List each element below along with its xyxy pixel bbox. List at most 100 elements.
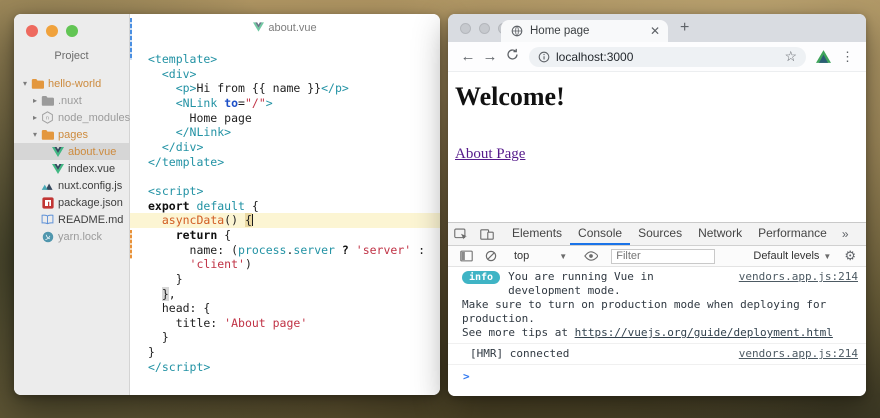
code-line-19[interactable]: title: 'About page' bbox=[130, 316, 440, 331]
code-line-13[interactable]: return { bbox=[130, 228, 440, 243]
code-line-18[interactable]: head: { bbox=[130, 301, 440, 316]
devtools-menu-icon[interactable]: ⋮ bbox=[856, 223, 867, 245]
console-prompt[interactable]: > bbox=[448, 365, 866, 384]
tab-close-icon[interactable]: ✕ bbox=[650, 24, 660, 38]
yarn-icon bbox=[40, 231, 55, 243]
tree-item-nuxt-config-js[interactable]: nuxt.config.js bbox=[14, 177, 129, 194]
tree-item-label: .nuxt bbox=[58, 95, 82, 107]
code-line-10[interactable]: <script> bbox=[130, 184, 440, 199]
zoom-window-button[interactable] bbox=[66, 25, 78, 37]
code-line-2[interactable]: <div> bbox=[130, 67, 440, 82]
code-line-21[interactable]: } bbox=[130, 345, 440, 360]
inspect-element-icon[interactable] bbox=[448, 223, 474, 245]
code-line-17[interactable]: }, bbox=[130, 287, 440, 302]
close-window-button[interactable] bbox=[26, 25, 38, 37]
chevron-down-icon[interactable]: ▾ bbox=[30, 130, 40, 139]
code-line-14[interactable]: name: (process.server ? 'server' : bbox=[130, 243, 440, 258]
vue-devtools-extension-icon[interactable] bbox=[816, 50, 831, 63]
tree-item-index-vue[interactable]: index.vue bbox=[14, 160, 129, 177]
tab-title: Home page bbox=[530, 25, 650, 37]
tree-item-node-modules[interactable]: ▸nnode_modules bbox=[14, 109, 129, 126]
code-line-7[interactable]: </div> bbox=[130, 140, 440, 155]
console-filter-input[interactable] bbox=[611, 249, 715, 264]
devtools-tab-bar: ElementsConsoleSourcesNetworkPerformance… bbox=[448, 223, 866, 246]
tree-item--nuxt[interactable]: ▸ .nuxt bbox=[14, 92, 129, 109]
globe-icon bbox=[511, 25, 523, 37]
back-button[interactable]: ← bbox=[457, 48, 479, 65]
minimize-window-button[interactable] bbox=[46, 25, 58, 37]
tree-item-readme-md[interactable]: README.md bbox=[14, 211, 129, 228]
live-expression-eye-icon[interactable] bbox=[578, 251, 604, 261]
log-levels-selector[interactable]: Default levels bbox=[753, 250, 819, 262]
code-area[interactable]: <template> <div> <p>Hi from {{ name }}</… bbox=[130, 52, 440, 374]
tree-item-yarn-lock[interactable]: yarn.lock bbox=[14, 228, 129, 245]
tab-strip: Home page ✕ + bbox=[448, 14, 866, 42]
npm-icon bbox=[40, 197, 55, 209]
info-badge: info bbox=[462, 271, 500, 284]
bookmark-star-icon[interactable]: ☆ bbox=[784, 48, 797, 65]
browser-menu-icon[interactable]: ⋮ bbox=[838, 49, 857, 65]
tree-item-pages[interactable]: ▾ pages bbox=[14, 126, 129, 143]
tree-item-label: hello-world bbox=[48, 78, 101, 90]
reload-button[interactable] bbox=[501, 48, 523, 65]
tree-item-package-json[interactable]: package.json bbox=[14, 194, 129, 211]
browser-window: Home page ✕ + ← → localhost:3000 ☆ ⋮ Wel… bbox=[448, 14, 866, 396]
code-line-9[interactable] bbox=[130, 169, 440, 184]
code-line-1[interactable]: <template> bbox=[130, 52, 440, 67]
code-line-11[interactable]: export default { bbox=[130, 199, 440, 214]
tree-item-label: nuxt.config.js bbox=[58, 180, 122, 192]
devtools-tab-console[interactable]: Console bbox=[570, 223, 630, 245]
source-link[interactable]: vendors.app.js:214 bbox=[729, 347, 858, 361]
more-tabs-icon[interactable]: » bbox=[835, 223, 856, 245]
context-selector[interactable]: top bbox=[514, 250, 529, 262]
device-toolbar-icon[interactable] bbox=[474, 223, 500, 245]
devtools-tab-elements[interactable]: Elements bbox=[504, 223, 570, 245]
devtools-tab-network[interactable]: Network bbox=[690, 223, 750, 245]
about-page-link[interactable]: About Page bbox=[455, 146, 525, 163]
code-line-4[interactable]: <NLink to="/"> bbox=[130, 96, 440, 111]
close-window-button[interactable] bbox=[460, 23, 471, 34]
window-controls-inactive bbox=[448, 14, 509, 34]
page-info-icon[interactable] bbox=[538, 51, 550, 63]
code-line-8[interactable]: </template> bbox=[130, 155, 440, 170]
chevron-right-icon[interactable]: ▸ bbox=[30, 96, 40, 105]
code-line-15[interactable]: 'client') bbox=[130, 257, 440, 272]
clear-console-icon[interactable] bbox=[479, 250, 503, 262]
url-text[interactable]: localhost:3000 bbox=[556, 50, 633, 64]
console-output[interactable]: infoYou are running Vue in development m… bbox=[448, 267, 866, 396]
editor-window: Project ▾hello-world▸.nuxt▸nnode_modules… bbox=[14, 14, 440, 395]
editor-title: about.vue bbox=[130, 22, 440, 34]
code-line-5[interactable]: Home page bbox=[130, 111, 440, 126]
chevron-down-icon[interactable]: ▾ bbox=[20, 79, 30, 88]
pane-divider-handle[interactable] bbox=[130, 18, 132, 60]
code-line-16[interactable]: } bbox=[130, 272, 440, 287]
chevron-down-icon[interactable]: ▼ bbox=[559, 252, 567, 261]
editor-pane[interactable]: about.vue <template> <div> <p>Hi from {{… bbox=[130, 14, 440, 395]
code-line-3[interactable]: <p>Hi from {{ name }}</p> bbox=[130, 81, 440, 96]
address-bar[interactable]: localhost:3000 ☆ bbox=[529, 47, 806, 67]
tree-item-hello-world[interactable]: ▾ hello-world bbox=[14, 75, 129, 92]
code-line-12[interactable]: asyncData() { bbox=[130, 213, 440, 228]
code-line-6[interactable]: </NLink> bbox=[130, 125, 440, 140]
console-settings-gear-icon[interactable]: ⚙ bbox=[840, 248, 860, 264]
vue-icon bbox=[50, 147, 65, 157]
chevron-down-icon[interactable]: ▼ bbox=[823, 252, 831, 261]
chevron-right-icon[interactable]: ▸ bbox=[30, 113, 40, 122]
devtools-tab-sources[interactable]: Sources bbox=[630, 223, 690, 245]
console-link[interactable]: https://vuejs.org/guide/deployment.html bbox=[575, 326, 833, 339]
forward-button[interactable]: → bbox=[479, 48, 501, 65]
vue-file-icon bbox=[253, 22, 264, 32]
tree-item-label: pages bbox=[58, 129, 88, 141]
devtools-tab-performance[interactable]: Performance bbox=[750, 223, 835, 245]
code-line-20[interactable]: } bbox=[130, 330, 440, 345]
console-sidebar-icon[interactable] bbox=[454, 250, 479, 262]
devtools-panel: ElementsConsoleSourcesNetworkPerformance… bbox=[448, 222, 866, 396]
new-tab-button[interactable]: + bbox=[680, 19, 689, 37]
source-link[interactable]: vendors.app.js:214 bbox=[729, 270, 858, 284]
code-line-22[interactable]: </script> bbox=[130, 360, 440, 375]
browser-tab[interactable]: Home page ✕ bbox=[501, 20, 668, 42]
book-icon bbox=[40, 214, 55, 225]
tree-item-about-vue[interactable]: about.vue bbox=[14, 143, 129, 160]
minimize-window-button[interactable] bbox=[479, 23, 490, 34]
file-tree: ▾ hello-world ▸ .nuxt ▸nnode_modules ▾ pages ab… bbox=[14, 75, 129, 245]
